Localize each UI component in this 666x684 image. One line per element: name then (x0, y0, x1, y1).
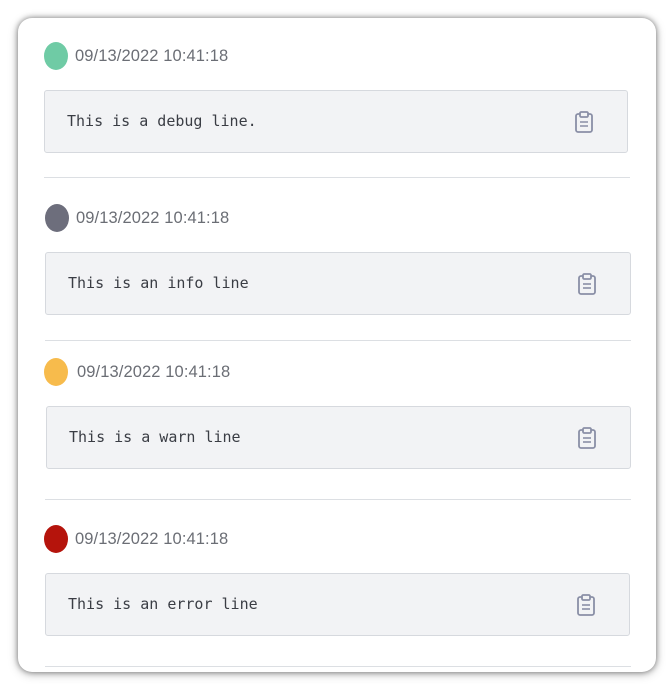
divider (45, 340, 631, 341)
log-message: This is an info line (68, 274, 249, 292)
log-entry-header: 09/13/2022 10:41:18 (44, 358, 230, 386)
log-message-box: This is a debug line. (44, 90, 628, 153)
log-message: This is an error line (68, 595, 258, 613)
clipboard-icon (578, 427, 596, 449)
log-message: This is a warn line (69, 428, 241, 446)
debug-level-indicator (44, 42, 68, 70)
log-timestamp: 09/13/2022 10:41:18 (75, 46, 229, 65)
warn-level-indicator (44, 358, 68, 386)
info-level-indicator (45, 204, 69, 232)
log-viewer-card: 09/13/2022 10:41:18 This is a debug line… (18, 18, 656, 672)
clipboard-icon (578, 273, 596, 295)
log-timestamp: 09/13/2022 10:41:18 (75, 529, 229, 548)
copy-button[interactable] (573, 110, 595, 134)
log-entry-header: 09/13/2022 10:41:18 (44, 42, 228, 70)
clipboard-icon (577, 594, 595, 616)
log-entry-header: 09/13/2022 10:41:18 (44, 525, 228, 553)
copy-button[interactable] (575, 593, 597, 617)
log-timestamp: 09/13/2022 10:41:18 (76, 208, 230, 227)
clipboard-icon (575, 111, 593, 133)
divider (45, 499, 631, 500)
log-entry-header: 09/13/2022 10:41:18 (45, 204, 229, 232)
error-level-indicator (44, 525, 68, 553)
log-message: This is a debug line. (67, 112, 257, 130)
log-message-box: This is an info line (45, 252, 631, 315)
divider (44, 177, 630, 178)
divider (45, 666, 631, 667)
log-message-box: This is an error line (45, 573, 630, 636)
log-timestamp: 09/13/2022 10:41:18 (77, 362, 231, 381)
copy-button[interactable] (576, 426, 598, 450)
copy-button[interactable] (576, 272, 598, 296)
log-message-box: This is a warn line (46, 406, 631, 469)
